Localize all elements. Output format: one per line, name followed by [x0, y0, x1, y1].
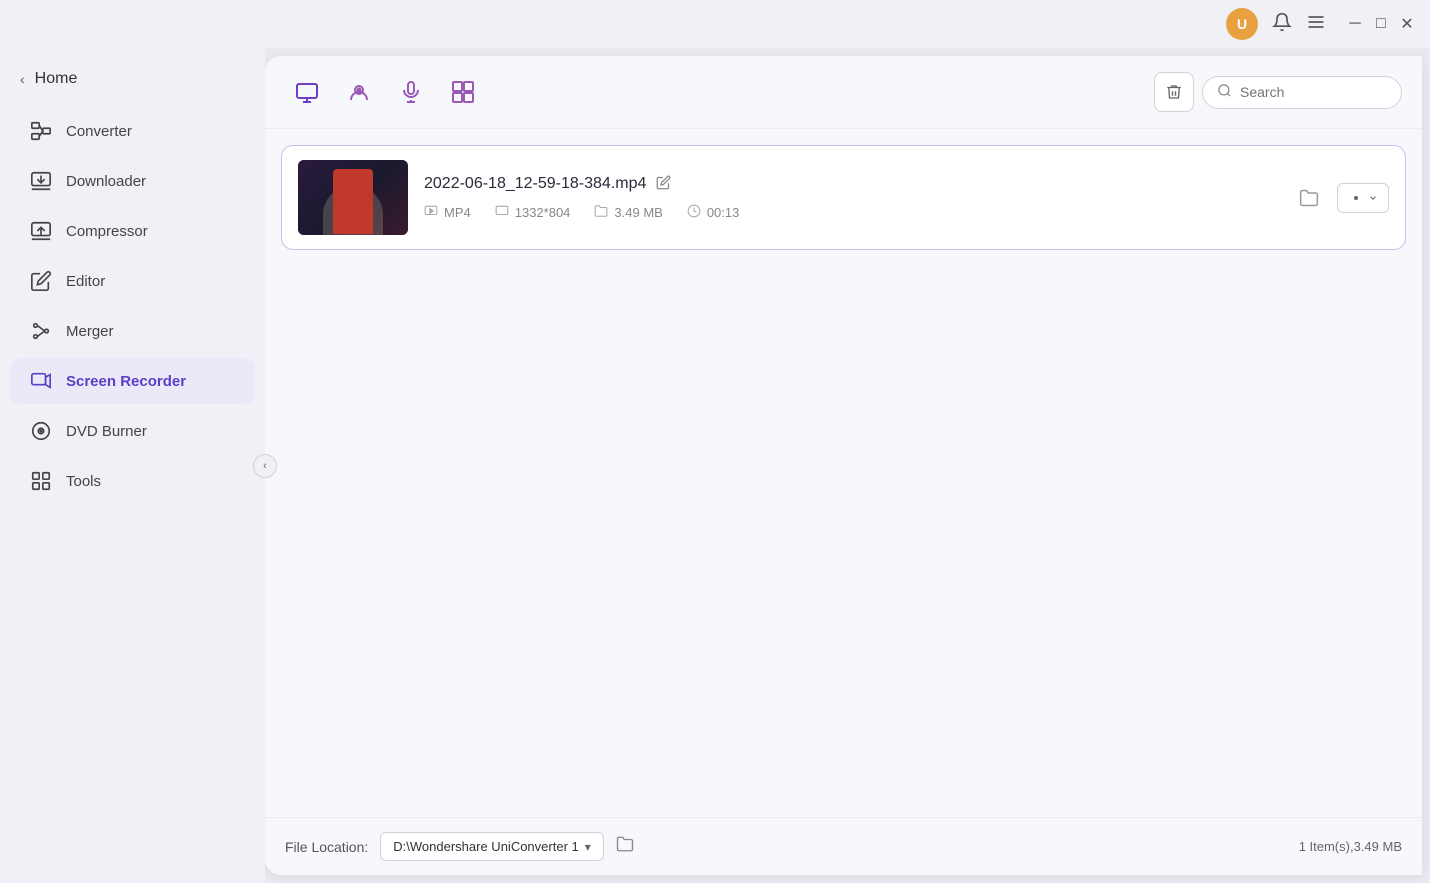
title-bar: U ─ □ ✕	[0, 0, 1430, 48]
sidebar-label-downloader: Downloader	[66, 173, 146, 190]
sidebar-label-dvd-burner: DVD Burner	[66, 423, 147, 440]
audio-tool-button[interactable]	[389, 70, 433, 114]
file-format-value: MP4	[444, 205, 471, 220]
sidebar-item-screen-recorder[interactable]: Screen Recorder	[10, 358, 255, 404]
sidebar-label-screen-recorder: Screen Recorder	[66, 373, 186, 390]
back-chevron-icon: ‹	[20, 71, 25, 87]
close-button[interactable]: ✕	[1400, 17, 1414, 31]
trash-button[interactable]	[1154, 72, 1194, 112]
compressor-icon	[30, 220, 52, 242]
sidebar-label-compressor: Compressor	[66, 223, 148, 240]
duration-icon	[687, 204, 701, 221]
size-icon	[594, 204, 608, 221]
main-content: 2022-06-18_12-59-18-384.mp4	[265, 56, 1422, 875]
window-controls: ─ □ ✕	[1348, 17, 1414, 31]
file-resolution-value: 1332*804	[515, 205, 571, 220]
file-actions	[1291, 180, 1389, 216]
location-select[interactable]: D:\Wondershare UniConverter 1 ▾	[380, 832, 603, 861]
sidebar-item-downloader[interactable]: Downloader	[10, 158, 255, 204]
file-resolution: 1332*804	[495, 204, 571, 221]
file-meta: MP4 1332*804	[424, 204, 1275, 221]
minimize-button[interactable]: ─	[1348, 17, 1362, 31]
file-rename-icon[interactable]	[656, 175, 671, 194]
footer-bar: File Location: D:\Wondershare UniConvert…	[265, 817, 1422, 875]
sidebar-label-merger: Merger	[66, 323, 114, 340]
toolbar	[265, 56, 1422, 129]
home-label: Home	[35, 70, 78, 88]
location-path: D:\Wondershare UniConverter 1	[393, 839, 578, 854]
file-name: 2022-06-18_12-59-18-384.mp4	[424, 175, 646, 193]
sidebar-item-merger[interactable]: Merger	[10, 308, 255, 354]
title-bar-controls: U ─ □ ✕	[1226, 8, 1414, 40]
file-duration: 00:13	[687, 204, 740, 221]
dvd-burner-icon	[30, 420, 52, 442]
editor-icon	[30, 270, 52, 292]
search-input[interactable]	[1240, 84, 1387, 100]
menu-icon[interactable]	[1306, 12, 1326, 37]
item-count: 1 Item(s),3.49 MB	[1299, 839, 1402, 854]
file-card: 2022-06-18_12-59-18-384.mp4	[281, 145, 1406, 250]
file-name-row: 2022-06-18_12-59-18-384.mp4	[424, 175, 1275, 194]
bell-icon[interactable]	[1272, 12, 1292, 37]
location-folder-button[interactable]	[616, 835, 634, 858]
open-folder-button[interactable]	[1291, 180, 1327, 216]
avatar[interactable]: U	[1226, 8, 1258, 40]
sidebar-label-tools: Tools	[66, 473, 101, 490]
sidebar-item-dvd-burner[interactable]: DVD Burner	[10, 408, 255, 454]
file-location-label: File Location:	[285, 839, 368, 855]
file-thumbnail	[298, 160, 408, 235]
downloader-icon	[30, 170, 52, 192]
webcam-tool-button[interactable]	[337, 70, 381, 114]
screen-recorder-icon	[30, 370, 52, 392]
converter-icon	[30, 120, 52, 142]
maximize-button[interactable]: □	[1374, 17, 1388, 31]
file-duration-value: 00:13	[707, 205, 740, 220]
file-list-area: 2022-06-18_12-59-18-384.mp4	[265, 129, 1422, 817]
sidebar-item-editor[interactable]: Editor	[10, 258, 255, 304]
file-size: 3.49 MB	[594, 204, 662, 221]
tools-icon	[30, 470, 52, 492]
snapshots-tool-button[interactable]	[441, 70, 485, 114]
location-dropdown-icon: ▾	[585, 840, 591, 854]
sidebar-label-converter: Converter	[66, 123, 132, 140]
home-link[interactable]: ‹ Home	[0, 60, 265, 98]
sidebar-item-compressor[interactable]: Compressor	[10, 208, 255, 254]
sidebar-item-tools[interactable]: Tools	[10, 458, 255, 504]
merger-icon	[30, 320, 52, 342]
resolution-icon	[495, 204, 509, 221]
sidebar-item-converter[interactable]: Converter	[10, 108, 255, 154]
app-layout: ‹ Home Converter	[0, 48, 1430, 883]
search-icon	[1217, 83, 1232, 102]
search-box[interactable]	[1202, 76, 1402, 109]
file-info: 2022-06-18_12-59-18-384.mp4	[424, 175, 1275, 221]
format-icon	[424, 204, 438, 221]
sidebar-label-editor: Editor	[66, 273, 105, 290]
file-size-value: 3.49 MB	[614, 205, 662, 220]
options-button[interactable]	[1337, 183, 1389, 213]
file-format: MP4	[424, 204, 471, 221]
sidebar: ‹ Home Converter	[0, 48, 265, 883]
screen-record-tool-button[interactable]	[285, 70, 329, 114]
sidebar-collapse-button[interactable]: ‹	[253, 454, 277, 478]
